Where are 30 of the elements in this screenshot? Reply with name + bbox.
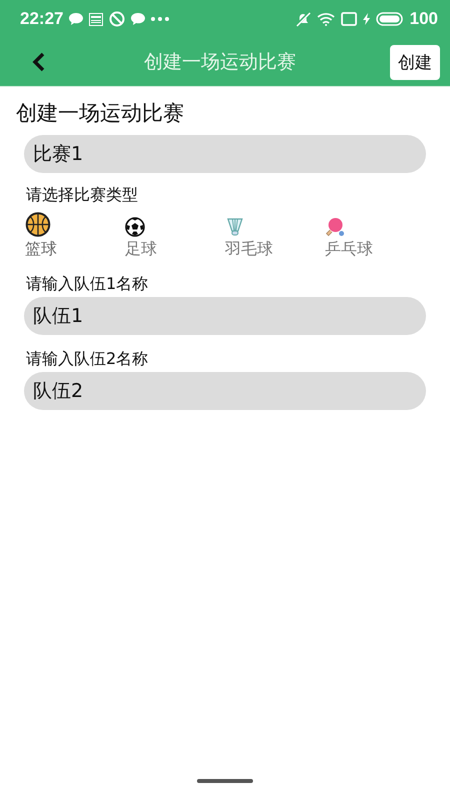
input-field[interactable]: 队伍2 bbox=[24, 372, 426, 410]
shuttlecock-icon bbox=[225, 217, 245, 237]
battery-icon bbox=[376, 12, 404, 26]
input-field[interactable]: 队伍1 bbox=[24, 297, 426, 335]
battery-level: 100 bbox=[410, 9, 438, 29]
news-icon bbox=[89, 12, 104, 26]
soccer-ball-icon bbox=[125, 217, 145, 237]
page-title: 创建一场运动比赛 bbox=[16, 100, 185, 127]
charging-icon bbox=[362, 13, 370, 25]
back-icon[interactable] bbox=[32, 52, 46, 72]
basketball-icon bbox=[25, 212, 51, 237]
chat-bubble-icon bbox=[69, 13, 84, 25]
more-icon bbox=[151, 17, 170, 21]
input-field[interactable]: 比赛1 bbox=[24, 135, 426, 173]
wifi-icon bbox=[316, 12, 335, 26]
ping-pong-paddle-icon bbox=[325, 217, 345, 237]
sport-option[interactable]: 篮球 bbox=[25, 212, 125, 260]
field-label: 请输入队伍1名称 bbox=[26, 274, 148, 293]
clock: 22:27 bbox=[20, 9, 64, 29]
screen-icon bbox=[340, 12, 357, 26]
blocked-icon bbox=[109, 11, 126, 27]
field-label: 请选择比赛类型 bbox=[26, 185, 138, 204]
sport-option[interactable]: 羽毛球 bbox=[225, 212, 325, 260]
sport-option[interactable]: 足球 bbox=[125, 212, 225, 260]
header-title: 创建一场运动比赛 bbox=[143, 50, 297, 75]
sport-option[interactable]: 乒乓球 bbox=[325, 212, 425, 260]
chat-bubble-icon bbox=[131, 13, 146, 25]
muted-bell-icon bbox=[294, 11, 311, 27]
create-button[interactable]: 创建 bbox=[390, 44, 440, 80]
field-label: 请输入队伍2名称 bbox=[26, 349, 148, 368]
